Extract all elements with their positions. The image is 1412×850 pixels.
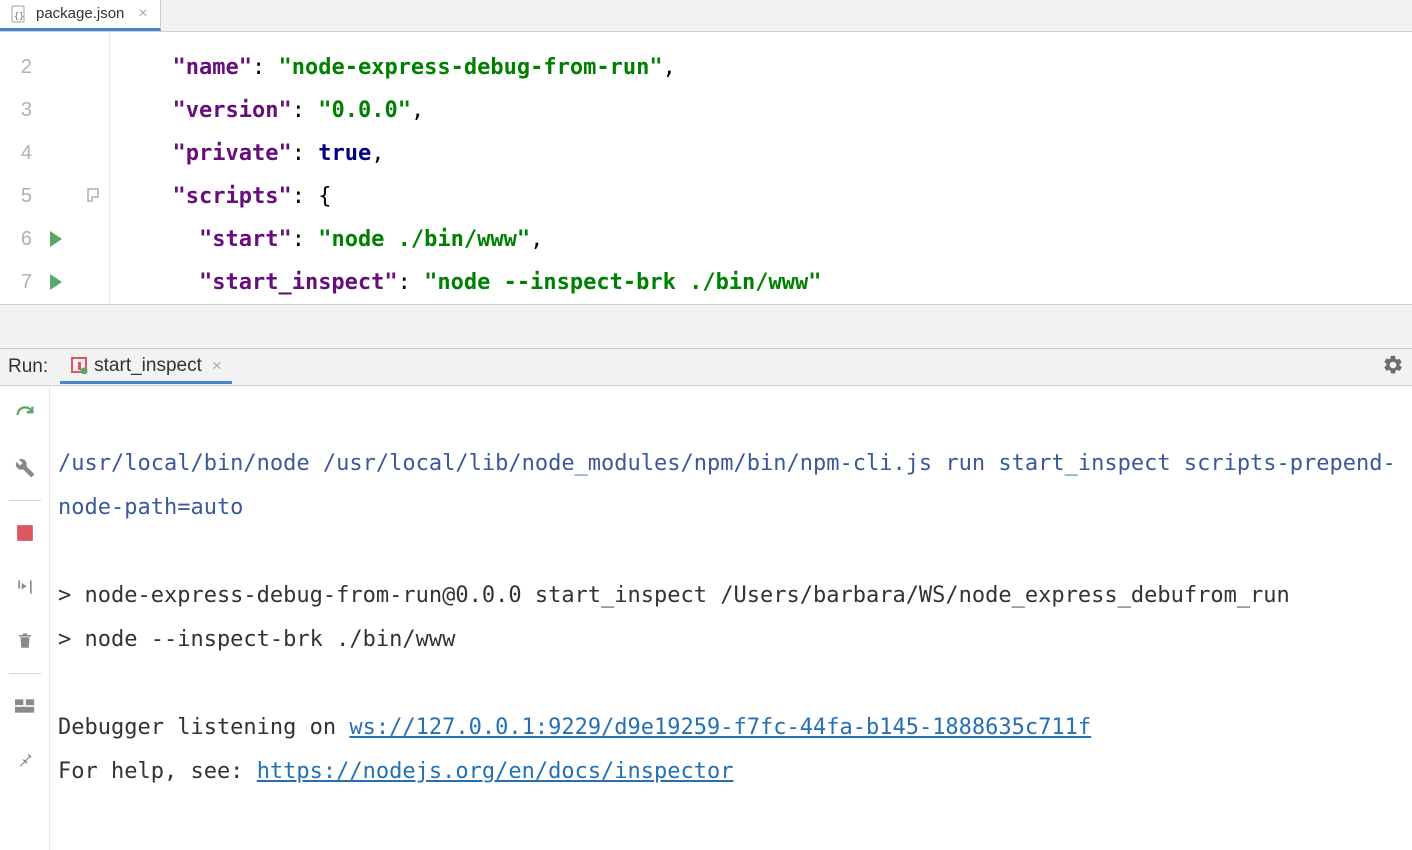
run-panel-header: Run: start_inspect × [0,348,1412,386]
trash-button[interactable] [11,627,39,655]
line-number: 2 [16,56,32,79]
run-tab-label: start_inspect [94,355,202,377]
console-line: For help, see: [58,759,257,784]
run-label: Run: [8,356,48,378]
gutter-row: 5 [0,175,109,218]
code-line[interactable]: "start": "node ./bin/www", [146,218,1412,261]
gutter-row: 2 [0,46,109,89]
run-gutter-icon[interactable] [50,274,62,290]
fold-icon[interactable] [85,187,101,206]
run-panel-body: /usr/local/bin/node /usr/local/lib/node_… [0,386,1412,850]
run-tab-start-inspect[interactable]: start_inspect × [60,349,232,384]
npm-run-icon [70,356,88,377]
editor-tab-bar: {} package.json × [0,0,1412,32]
line-number: 7 [16,271,32,294]
settings-icon[interactable] [1382,354,1404,379]
line-number: 5 [16,185,32,208]
console-line: > node-express-debug-from-run@0.0.0 star… [58,583,1290,608]
console-output[interactable]: /usr/local/bin/node /usr/local/lib/node_… [50,386,1412,850]
debugger-ws-link[interactable]: ws://127.0.0.1:9229/d9e19259-f7fc-44fa-b… [349,715,1091,740]
close-icon[interactable]: × [212,356,222,376]
run-toolbar [0,386,50,850]
gutter-row: 6 [0,218,109,261]
code-content[interactable]: "name": "node-express-debug-from-run", "… [110,32,1412,304]
gutter-row: 3 [0,89,109,132]
editor[interactable]: 2 3 4 5 6 7 "name": "node-express-debug-from-… [0,32,1412,304]
json-file-icon: {} [10,5,28,23]
rerun-button[interactable] [11,400,39,428]
svg-text:{}: {} [14,12,25,22]
inspector-help-link[interactable]: https://nodejs.org/en/docs/inspector [257,759,734,784]
code-line[interactable]: "scripts": { [146,175,1412,218]
wrench-button[interactable] [11,454,39,482]
console-cmd: /usr/local/bin/node /usr/local/lib/node_… [58,451,1396,520]
scroll-to-end-button[interactable] [11,573,39,601]
code-line[interactable]: "start_inspect": "node --inspect-brk ./b… [146,261,1412,304]
editor-tab-label: package.json [36,5,124,22]
line-number: 6 [16,228,32,251]
code-line[interactable]: "name": "node-express-debug-from-run", [146,46,1412,89]
toolbar-separator [9,673,41,674]
toolbar-separator [9,500,41,501]
layout-button[interactable] [11,692,39,720]
editor-gutter: 2 3 4 5 6 7 [0,32,110,304]
gutter-row: 7 [0,261,109,304]
code-line[interactable]: "private": true, [146,132,1412,175]
code-line[interactable]: "version": "0.0.0", [146,89,1412,132]
gutter-row: 4 [0,132,109,175]
console-line: Debugger listening on [58,715,349,740]
console-line: > node --inspect-brk ./bin/www [58,627,455,652]
pin-button[interactable] [11,746,39,774]
line-number: 4 [16,142,32,165]
close-icon[interactable]: × [138,5,147,23]
stop-button[interactable] [11,519,39,547]
run-gutter-icon[interactable] [50,231,62,247]
editor-tab-package-json[interactable]: {} package.json × [0,0,161,31]
panel-separator [0,304,1412,348]
line-number: 3 [16,99,32,122]
